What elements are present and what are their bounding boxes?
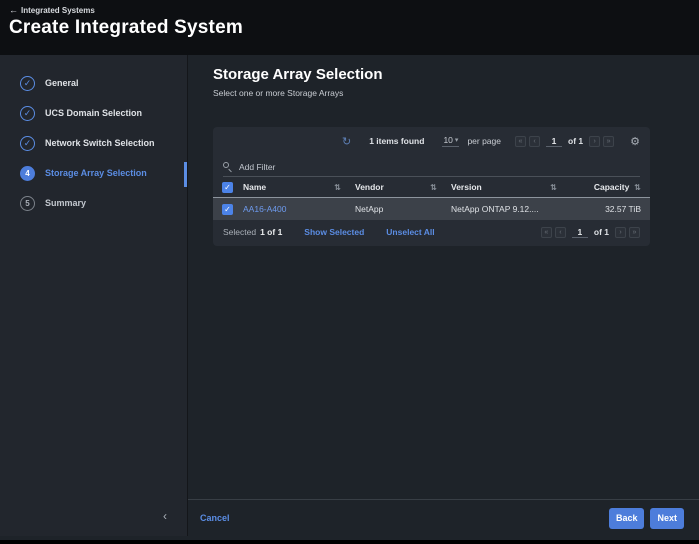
unselect-all-link[interactable]: Unselect All (386, 227, 434, 237)
filter-bar (223, 157, 640, 177)
step-ucs-domain-selection[interactable]: ✓ UCS Domain Selection (0, 98, 187, 128)
per-page-select[interactable]: 10 ▾ (442, 135, 459, 147)
step-done-icon: ✓ (20, 136, 35, 151)
chevron-down-icon: ▾ (455, 136, 459, 144)
row-checkbox[interactable]: ✓ (222, 204, 233, 215)
last-page-button[interactable]: » (603, 136, 614, 147)
step-label: UCS Domain Selection (45, 108, 142, 118)
search-icon (223, 162, 232, 171)
step-done-icon: ✓ (20, 106, 35, 121)
panel-subtitle: Select one or more Storage Arrays (213, 88, 343, 98)
action-bar: Cancel Back Next (188, 499, 699, 536)
row-version: NetApp ONTAP 9.12.... (451, 204, 571, 214)
selected-summary: Selected1 of 1 (223, 227, 282, 237)
step-summary[interactable]: 5 Summary (0, 188, 187, 218)
table-settings-gear-icon[interactable]: ⚙ (630, 135, 640, 148)
active-step-indicator (184, 162, 187, 187)
first-page-button[interactable]: « (515, 136, 526, 147)
breadcrumb[interactable]: ← Integrated Systems (9, 5, 699, 15)
nav-buttons: Back Next (609, 508, 684, 529)
column-header-version[interactable]: Version ⇅ (451, 182, 571, 192)
page-total: of 1 (594, 227, 609, 237)
storage-array-table-card: ↻ 1 items found 10 ▾ per page « ‹ of 1 ›… (213, 127, 650, 246)
add-filter-input[interactable] (239, 162, 640, 172)
next-button[interactable]: Next (650, 508, 684, 529)
per-page-value: 10 (443, 135, 452, 145)
last-page-button[interactable]: » (629, 227, 640, 238)
prev-page-button[interactable]: ‹ (529, 136, 540, 147)
table-footer: Selected1 of 1 Show Selected Unselect Al… (213, 220, 650, 244)
step-network-switch-selection[interactable]: ✓ Network Switch Selection (0, 128, 187, 158)
table-toolbar: ↻ 1 items found 10 ▾ per page « ‹ of 1 ›… (213, 127, 650, 155)
row-capacity: 32.57 TiB (571, 204, 650, 214)
toolbar-pagination: « ‹ of 1 › » (515, 136, 614, 147)
step-general[interactable]: ✓ General (0, 68, 187, 98)
step-number-badge: 4 (20, 166, 35, 181)
back-arrow-icon: ← (9, 5, 18, 15)
prev-page-button[interactable]: ‹ (555, 227, 566, 238)
show-selected-link[interactable]: Show Selected (304, 227, 364, 237)
app-header: ← Integrated Systems Create Integrated S… (0, 0, 699, 55)
per-page-label: per page (467, 136, 501, 146)
page-total: of 1 (568, 136, 583, 146)
table-header-row: ✓ Name ⇅ Vendor ⇅ Version ⇅ Capacity (213, 177, 650, 198)
row-name-link[interactable]: AA16-A400 (243, 204, 355, 214)
sort-icon: ⇅ (634, 183, 641, 192)
footer-pagination: « ‹ of 1 › » (541, 227, 640, 238)
step-label: General (45, 78, 79, 88)
main-panel: Storage Array Selection Select one or mo… (188, 55, 699, 536)
table-row[interactable]: ✓ AA16-A400 NetApp NetApp ONTAP 9.12....… (213, 198, 650, 220)
breadcrumb-label: Integrated Systems (21, 6, 95, 15)
bottom-edge (0, 540, 699, 544)
step-label: Network Switch Selection (45, 138, 155, 148)
next-page-button[interactable]: › (615, 227, 626, 238)
cancel-button[interactable]: Cancel (200, 513, 230, 523)
content-area: ✓ General ✓ UCS Domain Selection ✓ Netwo… (0, 55, 699, 536)
step-label: Summary (45, 198, 86, 208)
sidebar-collapse-chevron-icon[interactable]: ‹ (158, 507, 172, 525)
sort-icon: ⇅ (430, 183, 437, 192)
app-window: ← Integrated Systems Create Integrated S… (0, 0, 699, 540)
items-found-count: 1 items found (369, 136, 424, 146)
back-button[interactable]: Back (609, 508, 645, 529)
sort-icon: ⇅ (550, 183, 557, 192)
select-all-checkbox[interactable]: ✓ (222, 182, 233, 193)
stepper: ✓ General ✓ UCS Domain Selection ✓ Netwo… (0, 55, 187, 218)
refresh-icon[interactable]: ↻ (342, 135, 351, 148)
sort-icon: ⇅ (334, 183, 341, 192)
step-label: Storage Array Selection (45, 168, 147, 178)
page-number-input[interactable] (546, 136, 562, 147)
step-storage-array-selection[interactable]: 4 Storage Array Selection (0, 158, 187, 188)
column-header-name[interactable]: Name ⇅ (243, 182, 355, 192)
page-title: Create Integrated System (9, 17, 699, 39)
page-number-input[interactable] (572, 227, 588, 238)
next-page-button[interactable]: › (589, 136, 600, 147)
step-number-badge: 5 (20, 196, 35, 211)
step-done-icon: ✓ (20, 76, 35, 91)
wizard-sidebar: ✓ General ✓ UCS Domain Selection ✓ Netwo… (0, 55, 188, 536)
row-vendor: NetApp (355, 204, 451, 214)
column-header-vendor[interactable]: Vendor ⇅ (355, 182, 451, 192)
first-page-button[interactable]: « (541, 227, 552, 238)
panel-title: Storage Array Selection (213, 66, 383, 83)
column-header-capacity[interactable]: Capacity ⇅ (571, 182, 650, 192)
